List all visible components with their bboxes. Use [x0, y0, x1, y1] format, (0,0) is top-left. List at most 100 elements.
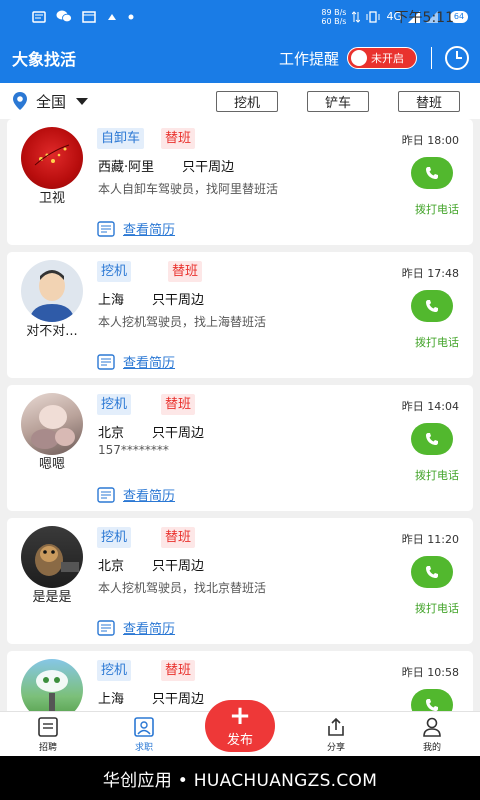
- city: 上海: [98, 692, 125, 707]
- app-bar-divider: [431, 47, 432, 69]
- phone-icon: [426, 433, 438, 445]
- notification-icons: [32, 10, 134, 23]
- job-seek-icon: [134, 717, 154, 737]
- user-name: 对不对...: [26, 324, 78, 339]
- publish-label: 发布: [226, 732, 253, 748]
- shift-badge: 替班: [161, 527, 196, 548]
- view-resume-link[interactable]: 查看简历: [97, 352, 175, 371]
- dot-icon: [128, 14, 134, 19]
- call-button[interactable]: [411, 290, 453, 322]
- nav-job-seek[interactable]: 求职: [96, 712, 192, 756]
- city: 北京: [98, 426, 125, 441]
- location-line: 北京 只干周边: [98, 555, 204, 574]
- city: 上海: [98, 293, 125, 308]
- document-icon: [97, 486, 115, 503]
- clock-icon[interactable]: [444, 45, 470, 71]
- post-time: 昨日 17:48: [401, 267, 459, 280]
- avatar: [21, 260, 83, 322]
- vibrate-icon: [366, 10, 380, 23]
- job-type-badge: 挖机: [97, 527, 132, 548]
- nav-label: 招聘: [38, 743, 57, 753]
- user-name: 卫视: [38, 191, 65, 206]
- toggle-text: 未开启: [371, 52, 404, 65]
- shift-badge: 替班: [161, 394, 196, 415]
- nav-label: 分享: [326, 743, 345, 753]
- location-selector[interactable]: 全国: [12, 91, 89, 112]
- nav-mine[interactable]: 我的: [384, 712, 480, 756]
- work-area: 只干周边: [152, 559, 205, 574]
- view-resume-text: 查看简历: [123, 223, 176, 238]
- watermark-bar: 华创应用 • HUACHUANGZS.COM: [0, 756, 480, 800]
- tag-loader[interactable]: 铲车: [307, 90, 369, 112]
- work-area: 只干周边: [152, 692, 205, 707]
- app-title: 大象找活: [12, 50, 77, 69]
- watermark-text: 华创应用 • HUACHUANGZS.COM: [102, 770, 378, 791]
- city: 西藏·阿里: [98, 160, 155, 175]
- share-icon: [328, 717, 344, 736]
- nav-recruit[interactable]: 招聘: [0, 712, 96, 756]
- job-type-badge: 挖机: [97, 394, 132, 415]
- nav-label: 求职: [134, 743, 153, 753]
- shift-badge: 替班: [161, 660, 196, 681]
- document-icon: [97, 353, 115, 370]
- call-label[interactable]: 拨打电话: [415, 201, 459, 217]
- phone-icon: [426, 699, 438, 711]
- list-item[interactable]: 卫视 自卸车 替班 昨日 18:00 西藏·阿里 只干周边 本人自卸车驾驶员，找阿…: [7, 119, 473, 245]
- network-speed: 89 B/s 60 B/s: [321, 7, 347, 26]
- call-label[interactable]: 拨打电话: [415, 334, 459, 350]
- location-line: 西藏·阿里 只干周边: [98, 156, 234, 175]
- location-pin-icon: [13, 92, 27, 110]
- call-button[interactable]: [411, 157, 453, 189]
- tag-excavator[interactable]: 挖机: [216, 90, 278, 112]
- call-label[interactable]: 拨打电话: [415, 467, 459, 483]
- description: 本人自卸车驾驶员，找阿里替班活: [98, 182, 279, 196]
- view-resume-link[interactable]: 查看简历: [97, 219, 175, 238]
- post-time: 昨日 18:00: [401, 134, 459, 147]
- location-line: 上海 只干周边: [98, 688, 204, 707]
- list-item[interactable]: 嗯嗯 挖机 替班 昨日 14:04 北京 只干周边 157******** 查看简…: [7, 385, 473, 511]
- shift-badge: 替班: [161, 128, 196, 149]
- call-button[interactable]: [411, 423, 453, 455]
- nav-label: 我的: [422, 743, 441, 753]
- job-seeker-list: 卫视 自卸车 替班 昨日 18:00 西藏·阿里 只干周边 本人自卸车驾驶员，找阿…: [0, 119, 480, 711]
- list-item[interactable]: 是是是 挖机 替班 昨日 11:20 北京 只干周边 本人挖机驾驶员，找北京替班活…: [7, 518, 473, 644]
- calendar-icon: [82, 11, 96, 23]
- app-bar: 大象找活 工作提醒 未开启: [0, 33, 480, 83]
- phone-icon: [426, 167, 438, 179]
- plus-icon: +: [229, 700, 251, 731]
- nav-share[interactable]: 分享: [288, 712, 384, 756]
- filter-bar: 全国 挖机 铲车 替班: [0, 83, 480, 119]
- view-resume-link[interactable]: 查看简历: [97, 618, 175, 637]
- view-resume-text: 查看简历: [123, 356, 176, 371]
- job-type-badge: 挖机: [97, 660, 132, 681]
- reminder-toggle[interactable]: 未开启: [347, 47, 417, 69]
- view-resume-text: 查看简历: [123, 489, 176, 504]
- work-area: 只干周边: [152, 426, 205, 441]
- publish-button[interactable]: + 发布: [205, 700, 275, 752]
- post-time: 昨日 11:20: [401, 533, 459, 546]
- list-item[interactable]: 对不对... 挖机 替班 昨日 17:48 上海 只干周边 本人挖机驾驶员，找上海…: [7, 252, 473, 378]
- document-icon: [97, 220, 115, 237]
- user-name: 嗯嗯: [38, 457, 65, 472]
- message-icon: [32, 10, 46, 23]
- avatar: [21, 659, 83, 711]
- call-label[interactable]: 拨打电话: [415, 600, 459, 616]
- location-line: 上海 只干周边: [98, 289, 204, 308]
- tag-substitute[interactable]: 替班: [398, 90, 460, 112]
- call-button[interactable]: [411, 556, 453, 588]
- view-resume-text: 查看简历: [123, 622, 176, 637]
- shift-badge: 替班: [168, 261, 203, 282]
- view-resume-link[interactable]: 查看简历: [97, 485, 175, 504]
- status-time: 下午5:11: [394, 9, 454, 26]
- location-line: 北京 只干周边: [98, 422, 204, 441]
- avatar: [21, 526, 83, 588]
- caret-down-icon: [76, 97, 89, 105]
- post-time: 昨日 14:04: [401, 400, 459, 413]
- job-type-badge: 挖机: [97, 261, 132, 282]
- work-reminder: 工作提醒 未开启: [279, 45, 470, 71]
- recruit-icon: [38, 717, 58, 737]
- call-button[interactable]: [411, 689, 453, 711]
- city: 北京: [98, 559, 125, 574]
- job-type-badge: 自卸车: [97, 128, 145, 149]
- toggle-knob: [351, 50, 367, 66]
